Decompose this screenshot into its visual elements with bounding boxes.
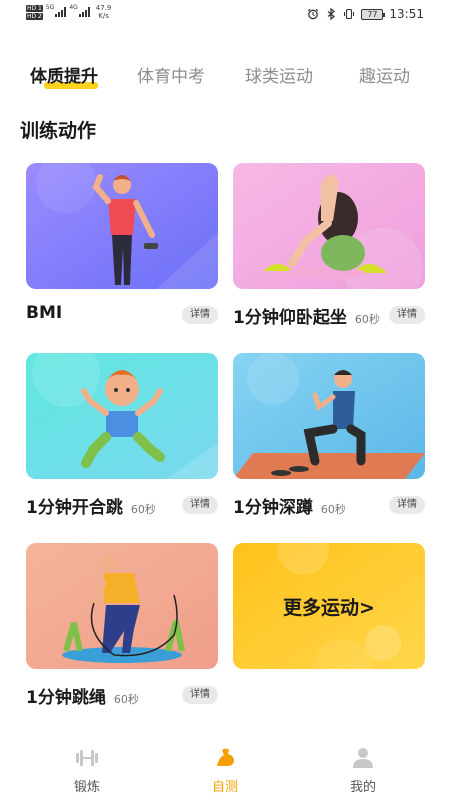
squats-detail-button[interactable]: 详情: [389, 496, 425, 514]
card-jumping-jacks-title: 1分钟开合跳 60秒: [26, 493, 156, 518]
flexed-arm-icon: [217, 748, 234, 766]
bottom-navigation: 锻炼 自测 我的: [0, 740, 450, 800]
signal-bars-1-icon: [55, 7, 67, 17]
exercise-card-bmi[interactable]: [26, 163, 218, 289]
squats-illustration: [233, 353, 425, 479]
card-bmi-title-text: BMI: [26, 303, 63, 323]
more-sports-card[interactable]: 更多运动>: [233, 543, 425, 669]
alarm-icon: [308, 8, 319, 20]
tab-fun-sports[interactable]: 趣运动: [359, 62, 410, 87]
bmi-detail-button[interactable]: 详情: [182, 306, 218, 324]
card-jumping-jacks-title-text: 1分钟开合跳: [26, 498, 123, 518]
category-tabs: 体质提升 体育中考 球类运动 趣运动: [0, 62, 450, 94]
tab-physique[interactable]: 体质提升: [30, 62, 98, 87]
card-squats-duration: 60秒: [320, 503, 346, 516]
nav-exercise-label: 锻炼: [73, 780, 100, 795]
exercise-card-situps[interactable]: [233, 163, 425, 289]
tab-ball-sports-label: 球类运动: [245, 67, 313, 87]
nav-self-test[interactable]: 自测: [195, 746, 255, 795]
battery-indicator: 77: [361, 8, 386, 20]
card-jump-rope-title-text: 1分钟跳绳: [26, 688, 106, 708]
card-situps-duration: 60秒: [354, 313, 380, 326]
status-right: 77 13:51: [307, 7, 424, 21]
jumping-jacks-detail-button[interactable]: 详情: [182, 496, 218, 514]
network-speed: 47.9 K/s: [96, 4, 112, 20]
tab-pe-exam-label: 体育中考: [137, 67, 205, 87]
person-icon: [353, 748, 373, 768]
card-situps-title-text: 1分钟仰卧起坐: [233, 308, 347, 328]
nav-self-test-label: 自测: [211, 780, 238, 795]
dumbbell-icon: [76, 750, 98, 766]
nav-profile-label: 我的: [349, 780, 376, 795]
status-bar: HD 1 HD 2 5G 4G 47.9 K/s 77 13:51: [0, 0, 450, 30]
network-type-1: 5G: [45, 4, 55, 11]
sim-indicators: HD 1 HD 2: [26, 4, 43, 20]
tab-physique-label: 体质提升: [30, 67, 98, 87]
situps-detail-button[interactable]: 详情: [389, 306, 425, 324]
exercise-card-jumping-jacks[interactable]: [26, 353, 218, 479]
card-jump-rope-duration: 60秒: [113, 693, 139, 706]
speed-value: 47.9: [95, 4, 112, 12]
signal-bars-2-icon: [78, 7, 90, 17]
exercise-card-jump-rope[interactable]: [26, 543, 218, 669]
status-left: HD 1 HD 2 5G 4G 47.9 K/s: [26, 4, 111, 20]
card-jump-rope-title: 1分钟跳绳 60秒: [26, 683, 139, 708]
card-squats-title: 1分钟深蹲 60秒: [233, 493, 346, 518]
nav-exercise[interactable]: 锻炼: [57, 746, 117, 795]
clock: 13:51: [389, 7, 424, 21]
card-situps-title: 1分钟仰卧起坐 60秒: [233, 303, 380, 328]
vibrate-icon: [344, 8, 355, 20]
sim2-label: HD 2: [26, 12, 43, 20]
bluetooth-icon: [328, 8, 336, 20]
speed-unit: K/s: [98, 12, 109, 20]
tab-ball-sports[interactable]: 球类运动: [245, 62, 313, 87]
jump-rope-illustration: [26, 543, 218, 669]
card-jumping-jacks-duration: 60秒: [130, 503, 156, 516]
exercise-card-squats[interactable]: [233, 353, 425, 479]
section-title: 训练动作: [20, 120, 97, 142]
jump-rope-detail-button[interactable]: 详情: [182, 686, 218, 704]
nav-profile[interactable]: 我的: [333, 746, 393, 795]
jumping-jacks-illustration: [26, 353, 218, 479]
more-sports-label: 更多运动>: [283, 596, 375, 619]
bmi-illustration: [26, 163, 218, 289]
situps-illustration: [233, 163, 425, 289]
sim1-label: HD 1: [26, 4, 43, 12]
card-bmi-title: BMI: [26, 303, 62, 323]
tab-pe-exam[interactable]: 体育中考: [137, 62, 205, 87]
network-type-2: 4G: [69, 4, 78, 11]
tab-fun-sports-label: 趣运动: [359, 67, 410, 87]
card-squats-title-text: 1分钟深蹲: [233, 498, 313, 518]
